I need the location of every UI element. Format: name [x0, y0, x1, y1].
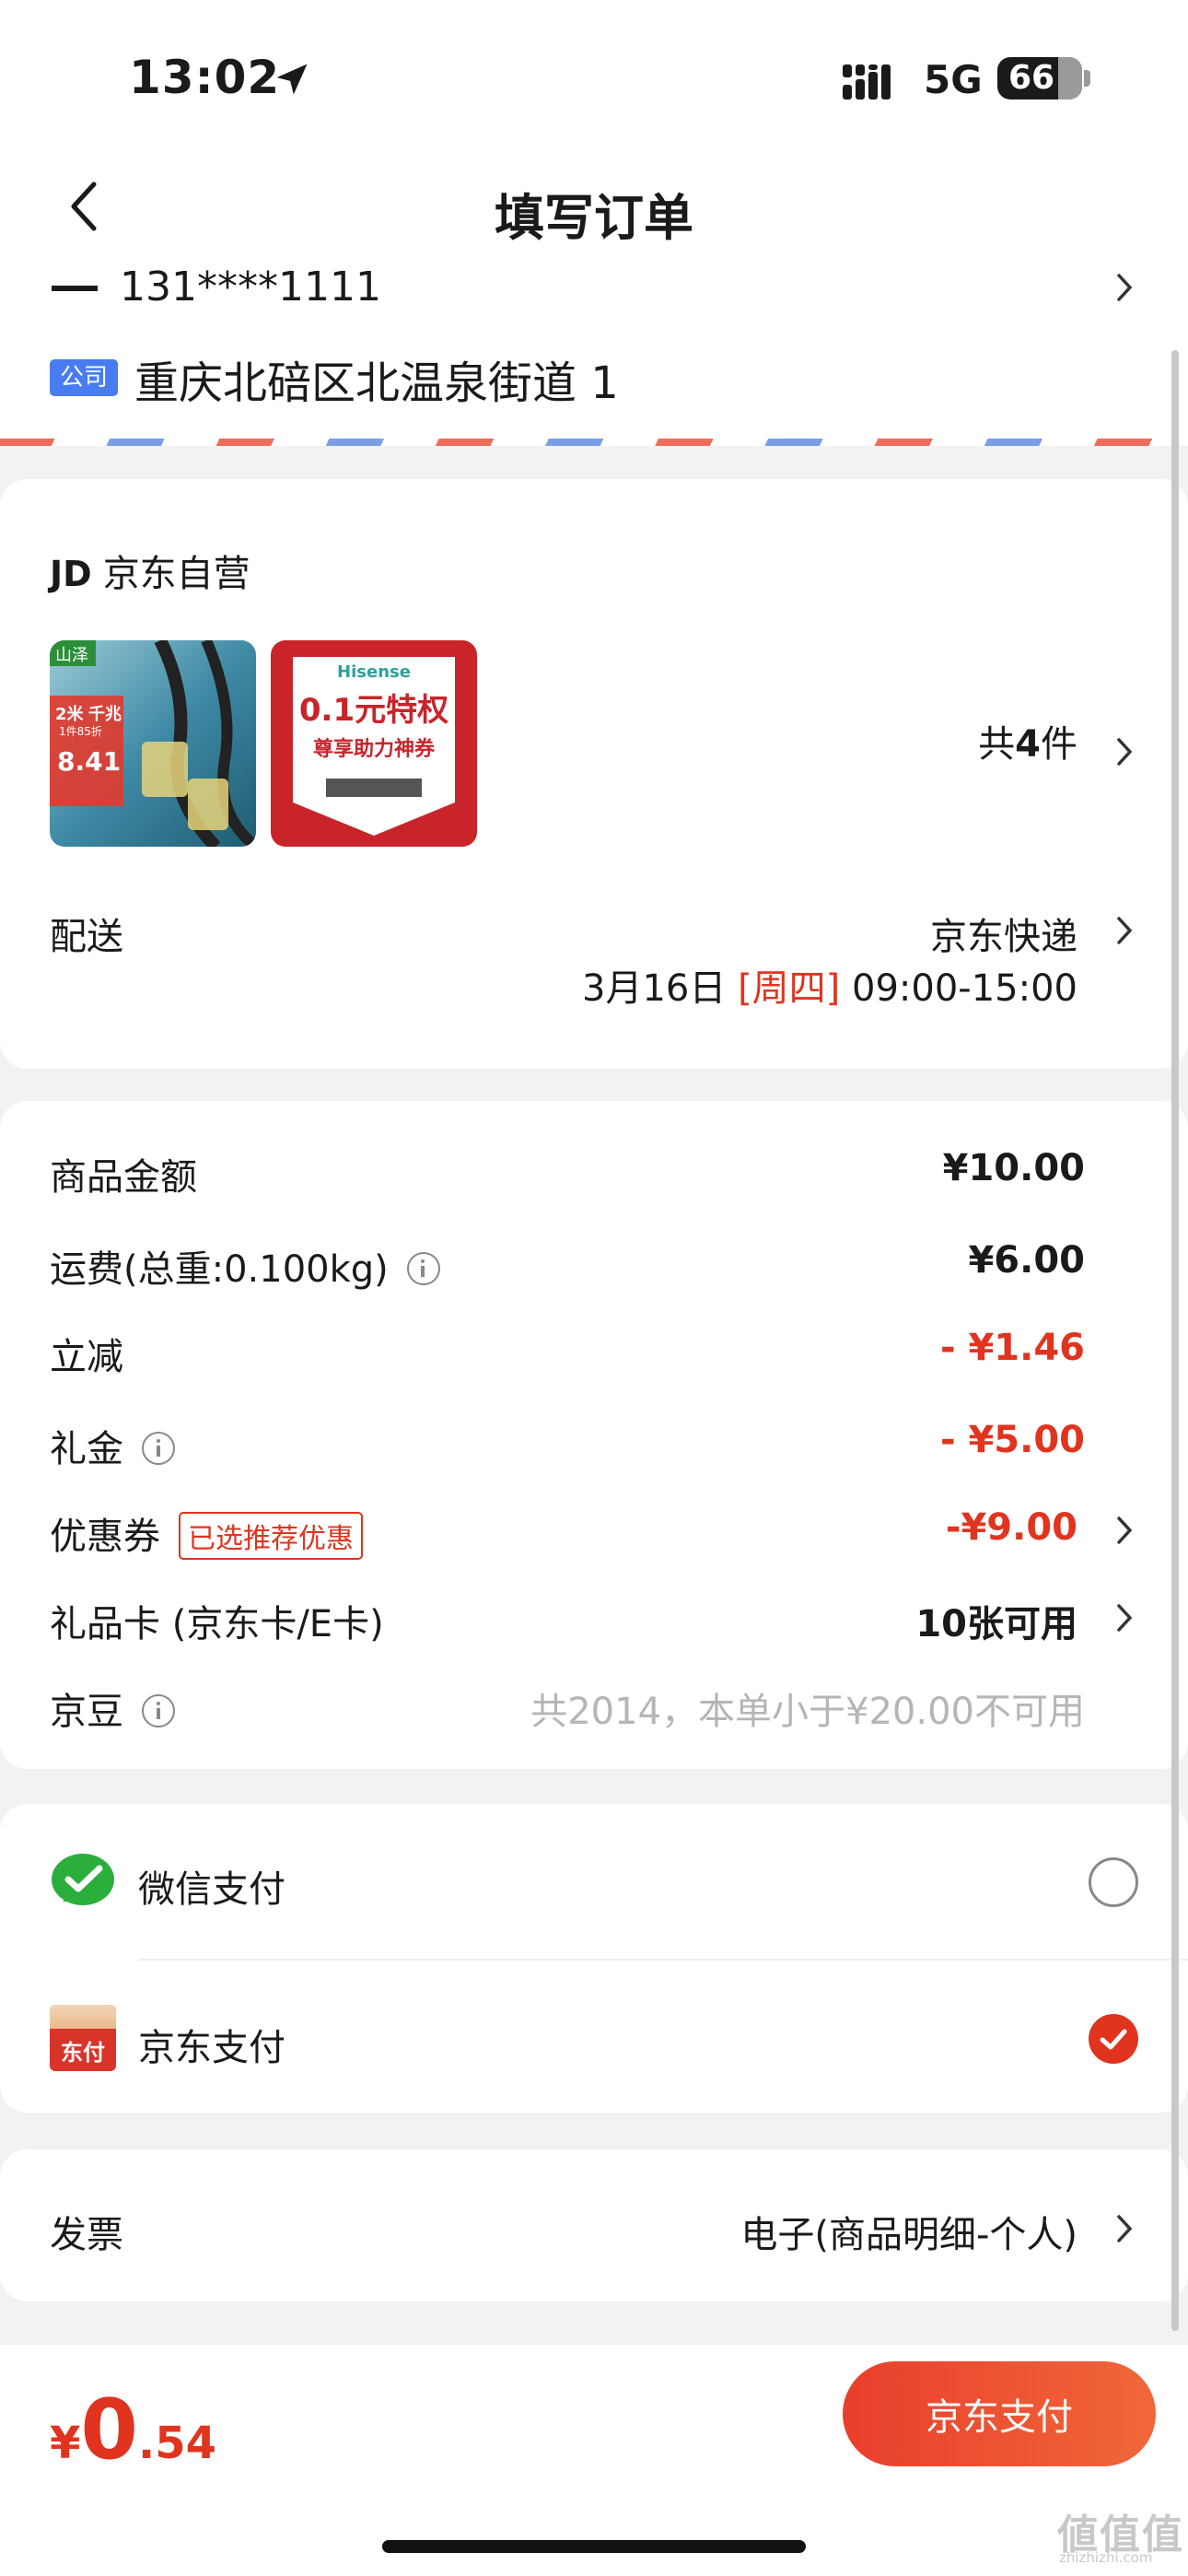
recipient-phone: 131****1111	[120, 263, 381, 310]
chevron-right-icon[interactable]	[1114, 271, 1135, 304]
total-integer: 0	[80, 2382, 139, 2478]
gift-card-label: 礼品卡 (京东卡/E卡)	[50, 1603, 384, 1645]
signal-icon	[843, 64, 891, 100]
instant-discount-value: - ¥1.46	[939, 1327, 1085, 1369]
jd-pay-icon: 东付	[50, 2005, 116, 2071]
info-icon[interactable]	[406, 1252, 440, 1285]
nav-bar: 填写订单	[0, 157, 1188, 258]
check-icon	[1100, 2029, 1127, 2050]
invoice-label: 发票	[50, 2214, 123, 2256]
battery-level: 66	[1007, 59, 1055, 97]
item-count-number: 4	[1015, 723, 1041, 766]
gift-money-label: 礼金	[50, 1419, 175, 1472]
network-type: 5G	[924, 57, 983, 102]
product2-brand: Hisense	[337, 662, 411, 682]
chevron-right-icon[interactable]	[1114, 914, 1135, 947]
gift-money-value: - ¥5.00	[939, 1419, 1085, 1461]
company-tag: 公司	[50, 359, 118, 396]
product1-tag: 2米	[55, 705, 84, 724]
shop-card: JD 京东自营 山泽 2米 千兆 1件85折 8.41 Hisense 0.1元特…	[0, 479, 1188, 1069]
instant-discount-label: 立减	[50, 1336, 123, 1378]
chevron-right-icon[interactable]	[1114, 735, 1135, 768]
wechat-pay-label[interactable]: 微信支付	[138, 1859, 285, 1913]
delivery-window: 09:00-15:00	[852, 967, 1077, 1010]
jd-pay-icon-text: 东付	[61, 2040, 105, 2066]
watermark-url: zhizhizhi.com	[1059, 2549, 1153, 2566]
chevron-right-icon[interactable]	[1114, 1514, 1135, 1547]
jd-pay-radio-checked[interactable]	[1089, 2014, 1138, 2064]
battery-tip	[1084, 70, 1090, 87]
recipient-name	[52, 286, 98, 291]
jd-beans-label: 京豆	[50, 1681, 175, 1735]
page-title: 填写订单	[495, 189, 693, 247]
shop-name: JD 京东自营	[50, 544, 250, 597]
jd-beans-label-text: 京豆	[50, 1691, 123, 1733]
item-count[interactable]: 共4件	[978, 714, 1077, 767]
product2-headline: 0.1元特权	[298, 692, 449, 729]
product1-discount: 1件85折	[59, 725, 102, 738]
gift-card-value[interactable]: 10张可用	[915, 1594, 1077, 1647]
home-indicator[interactable]	[382, 2540, 806, 2553]
checkout-bar: ¥0.54 京东支付 値值值 zhizhizhi.com	[0, 2345, 1188, 2576]
subtotal-label: 商品金额	[50, 1156, 197, 1199]
coupon-label-text: 优惠券	[50, 1516, 160, 1558]
envelope-stripe	[0, 439, 1188, 446]
total-currency: ¥	[50, 2418, 81, 2469]
address-card[interactable]: 131****1111 公司 重庆北碚区北温泉街道 1	[0, 258, 1188, 446]
item-count-prefix: 共	[978, 723, 1016, 766]
info-icon[interactable]	[142, 1432, 175, 1465]
chevron-right-icon[interactable]	[1114, 2212, 1135, 2245]
coupon-value[interactable]: -¥9.00	[946, 1506, 1077, 1549]
delivery-label: 配送	[50, 916, 123, 958]
wechat-pay-radio[interactable]	[1089, 1857, 1138, 1907]
coupon-label: 优惠券 已选推荐优惠	[50, 1506, 363, 1563]
subtotal-value: ¥10.00	[942, 1147, 1085, 1189]
product1-price: 8.41	[57, 746, 122, 777]
jd-pay-label[interactable]: 京东支付	[138, 2018, 285, 2071]
jd-logo-icon: JD	[50, 554, 92, 594]
shipping-label-text: 运费(总重:0.100kg)	[50, 1248, 389, 1291]
product2-sub: 尊享助力神券	[312, 738, 435, 761]
shipping-label: 运费(总重:0.100kg)	[50, 1239, 440, 1293]
chevron-right-icon[interactable]	[1114, 1601, 1135, 1634]
price-card: 商品金额 ¥10.00 运费(总重:0.100kg) ¥6.00 立减 - ¥1…	[0, 1101, 1188, 1769]
location-arrow-icon	[276, 64, 308, 95]
product-image-coupon[interactable]: Hisense 0.1元特权 尊享助力神券	[271, 640, 477, 847]
info-icon[interactable]	[142, 1694, 175, 1727]
gift-money-label-text: 礼金	[50, 1428, 123, 1470]
delivery-time: 3月16日 [周四] 09:00-15:00	[582, 958, 1077, 1012]
item-count-suffix: 件	[1041, 723, 1077, 766]
status-bar: 13:02 5G 66	[0, 0, 1188, 157]
product-image-cable[interactable]: 山泽 2米 千兆 1件85折 8.41	[50, 640, 256, 847]
address-line: 重庆北碚区北温泉街道 1	[134, 357, 619, 409]
status-time: 13:02	[129, 51, 281, 104]
delivery-carrier[interactable]: 京东快递	[930, 907, 1077, 960]
jd-beans-value: 共2014，本单小于¥20.00不可用	[530, 1691, 1085, 1733]
total-decimal: .54	[138, 2418, 217, 2469]
total-price: ¥0.54	[50, 2382, 216, 2478]
coupon-recommended-tag: 已选推荐优惠	[179, 1512, 363, 1560]
cable-illustration	[50, 640, 256, 847]
shop-label: 京东自营	[102, 553, 250, 595]
scrollbar[interactable]	[1171, 350, 1179, 2331]
product1-brand: 山泽	[55, 646, 88, 665]
battery-icon: 66	[997, 57, 1082, 100]
wechat-pay-icon	[52, 1854, 114, 1905]
shipping-value: ¥6.00	[968, 1239, 1085, 1282]
delivery-weekday: [周四]	[738, 967, 841, 1010]
product1-tag2: 千兆	[88, 705, 122, 724]
divider	[138, 1959, 1188, 1961]
delivery-date: 3月16日	[582, 967, 727, 1010]
payment-card: 微信支付 东付 京东支付	[0, 1804, 1188, 2113]
submit-pay-button[interactable]: 京东支付	[843, 2361, 1156, 2466]
invoice-value[interactable]: 电子(商品明细-个人)	[740, 2205, 1077, 2258]
invoice-card: 发票 电子(商品明细-个人)	[0, 2149, 1188, 2301]
